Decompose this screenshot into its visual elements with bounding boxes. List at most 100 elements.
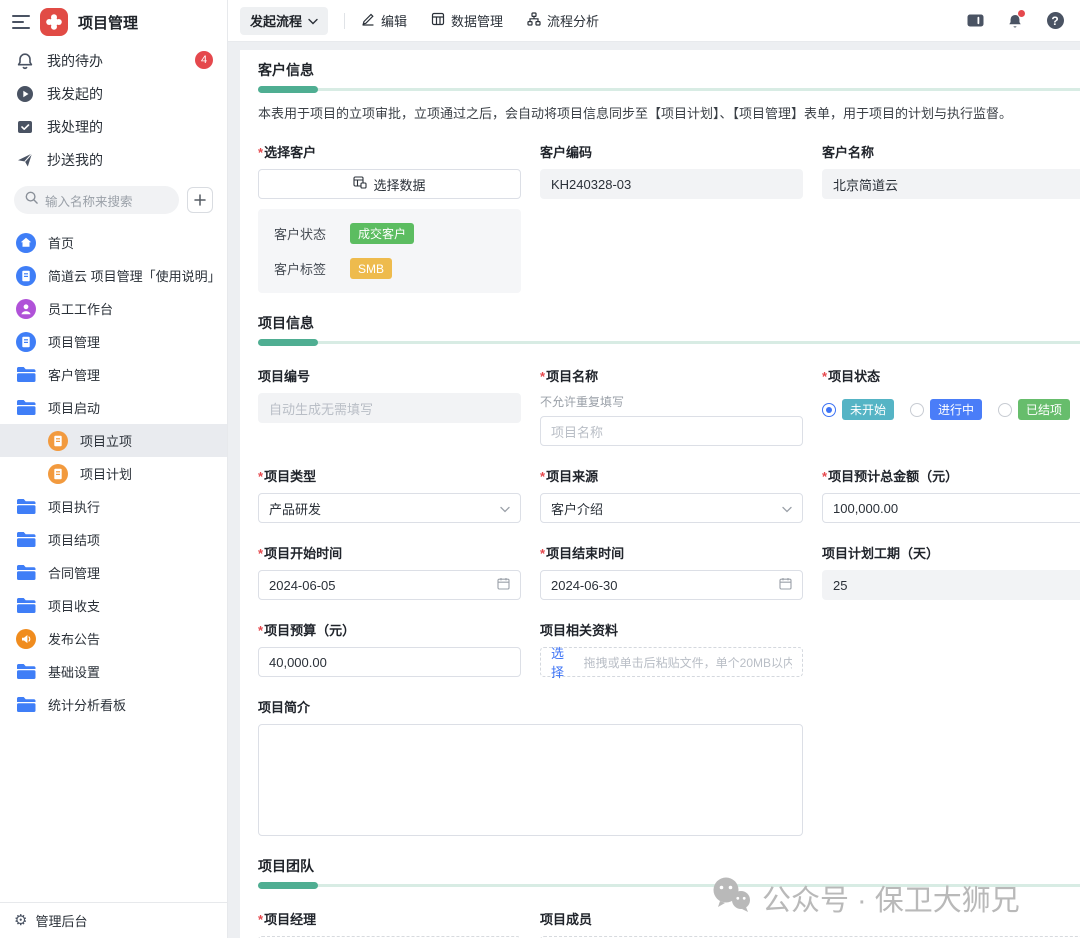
sidebar-item-cc-to-me[interactable]: 抄送我的	[0, 143, 227, 176]
menu-toggle-icon[interactable]	[12, 15, 30, 29]
project-type-select[interactable]: 产品研发	[258, 493, 521, 523]
field-label: 项目类型	[264, 466, 316, 485]
sidebar-item-analytics-dashboard[interactable]: 统计分析看板	[0, 688, 227, 721]
sidebar-item-project-execution[interactable]: 项目执行	[0, 490, 227, 523]
sidebar-item-project-start[interactable]: 项目启动	[0, 391, 227, 424]
field-label: 项目经理	[264, 909, 316, 928]
select-data-button[interactable]: 选择数据	[258, 169, 521, 199]
sidebar-header: 项目管理	[0, 0, 227, 44]
field-end-date: *项目结束时间 2024-06-30	[540, 543, 803, 600]
admin-console-button[interactable]: ⚙ 管理后台	[0, 902, 227, 938]
field-project-source: *项目来源 客户介绍	[540, 466, 803, 523]
sidebar-search-row: 输入名称来搜索	[14, 186, 213, 214]
sidebar-item-project-management[interactable]: 项目管理	[0, 325, 227, 358]
toolbar-divider	[344, 13, 345, 29]
search-input[interactable]: 输入名称来搜索	[14, 186, 179, 214]
topbar-right-icons	[966, 12, 1064, 30]
sidebar-item-contract-management[interactable]: 合同管理	[0, 556, 227, 589]
edit-button[interactable]: 编辑	[361, 11, 407, 30]
help-icon[interactable]	[1046, 12, 1064, 30]
sidebar-item-project-plan[interactable]: 项目计划	[0, 457, 227, 490]
budget-input[interactable]: 40,000.00	[258, 647, 521, 677]
end-date-input[interactable]: 2024-06-30	[540, 570, 803, 600]
customer-name-value: 北京简道云	[822, 169, 1080, 199]
start-date-input[interactable]: 2024-06-05	[258, 570, 521, 600]
sidebar-item-my-processed[interactable]: 我处理的	[0, 110, 227, 143]
notification-bell-icon[interactable]	[1006, 12, 1024, 30]
field-label: 项目来源	[546, 466, 598, 485]
sidebar-item-label: 统计分析看板	[48, 695, 126, 714]
customer-status-panel: 客户状态 成交客户 客户标签 SMB	[258, 209, 521, 293]
search-icon	[24, 190, 39, 210]
folder-icon	[16, 563, 36, 583]
side-panel-toggle-icon[interactable]	[966, 12, 984, 30]
field-budget-total: *项目预计总金额（元） 100,000.00	[822, 466, 1080, 523]
radio-option-not-started[interactable]: 未开始	[822, 399, 894, 420]
topbar: 发起流程 编辑 数据管理 流程分析	[228, 0, 1080, 42]
form-description: 本表用于项目的立项审批，立项通过之后，会自动将项目信息同步至【项目计划】、【项目…	[258, 103, 1080, 122]
field-customer-name: 客户名称 北京简道云	[822, 142, 1080, 199]
project-intro-textarea[interactable]	[258, 724, 803, 836]
org-chart-icon	[527, 12, 541, 29]
calendar-icon	[779, 577, 792, 593]
field-helper-text: 不允许重复填写	[540, 393, 803, 410]
sidebar-item-project-initiation[interactable]: 项目立项	[0, 424, 227, 457]
person-circle-icon	[16, 299, 36, 319]
sidebar-item-my-initiated[interactable]: 我发起的	[0, 77, 227, 110]
field-project-members: 项目成员 刘 刘玉倩 张 张睿 向 向小园	[540, 909, 1080, 938]
chevron-down-icon	[308, 13, 318, 28]
sidebar-item-label: 员工工作台	[48, 299, 113, 318]
sidebar-item-customer-management[interactable]: 客户管理	[0, 358, 227, 391]
folder-icon	[16, 530, 36, 550]
folder-icon	[16, 662, 36, 682]
sidebar-item-staff-workbench[interactable]: 员工工作台	[0, 292, 227, 325]
file-upload-area[interactable]: 选择 拖拽或单击后粘贴文件，单个20MB以内	[540, 647, 803, 677]
sidebar-item-label: 简道云 项目管理「使用说明」	[48, 266, 221, 285]
customer-code-value: KH240328-03	[540, 169, 803, 199]
field-label: 选择客户	[264, 142, 316, 161]
sidebar-item-project-closure[interactable]: 项目结项	[0, 523, 227, 556]
sidebar-item-basic-settings[interactable]: 基础设置	[0, 655, 227, 688]
bell-icon	[16, 52, 34, 70]
chevron-down-icon	[782, 501, 792, 516]
field-intro: 项目简介	[258, 697, 803, 836]
sidebar-item-label: 抄送我的	[47, 150, 103, 170]
sidebar-item-label: 首页	[48, 233, 74, 252]
radio-option-in-progress[interactable]: 进行中	[910, 399, 982, 420]
field-label: 项目预算（元）	[264, 620, 355, 639]
radio-selected-icon	[822, 403, 836, 417]
project-source-select[interactable]: 客户介绍	[540, 493, 803, 523]
flow-analysis-button[interactable]: 流程分析	[527, 11, 599, 30]
field-start-date: *项目开始时间 2024-06-05	[258, 543, 521, 600]
file-select-link[interactable]: 选择	[551, 643, 577, 681]
add-button[interactable]	[187, 187, 213, 213]
send-icon	[16, 151, 34, 169]
radio-option-finished[interactable]: 已结项	[998, 399, 1070, 420]
field-label: 项目预计总金额（元）	[828, 466, 958, 485]
flow-analysis-label: 流程分析	[547, 11, 599, 30]
sidebar-item-home[interactable]: 首页	[0, 226, 227, 259]
sidebar-item-publish-announcement[interactable]: 发布公告	[0, 622, 227, 655]
section-title-team: 项目团队	[258, 856, 1080, 876]
sidebar-item-my-todo[interactable]: 我的待办 4	[0, 44, 227, 77]
start-flow-button[interactable]: 发起流程	[240, 7, 328, 35]
sidebar-item-project-finance[interactable]: 项目收支	[0, 589, 227, 622]
calendar-icon	[497, 577, 510, 593]
field-budget: *项目预算（元） 40,000.00	[258, 620, 521, 677]
sidebar-item-label: 基础设置	[48, 662, 100, 681]
sidebar-item-label: 项目执行	[48, 497, 100, 516]
sidebar-item-label: 我处理的	[47, 117, 103, 137]
section-title-project: 项目信息	[258, 313, 1080, 333]
field-label: 项目名称	[546, 366, 598, 385]
data-manage-button[interactable]: 数据管理	[431, 11, 503, 30]
project-name-input[interactable]: 项目名称	[540, 416, 803, 446]
document-circle-icon	[48, 431, 68, 451]
sidebar-item-label: 客户管理	[48, 365, 100, 384]
field-project-type: *项目类型 产品研发	[258, 466, 521, 523]
sidebar-item-manual[interactable]: 简道云 项目管理「使用说明」	[0, 259, 227, 292]
edit-label: 编辑	[381, 11, 407, 30]
document-circle-icon	[16, 332, 36, 352]
customer-tag-label: 客户标签	[274, 259, 350, 278]
data-table-icon	[353, 176, 367, 192]
budget-total-input[interactable]: 100,000.00	[822, 493, 1080, 523]
